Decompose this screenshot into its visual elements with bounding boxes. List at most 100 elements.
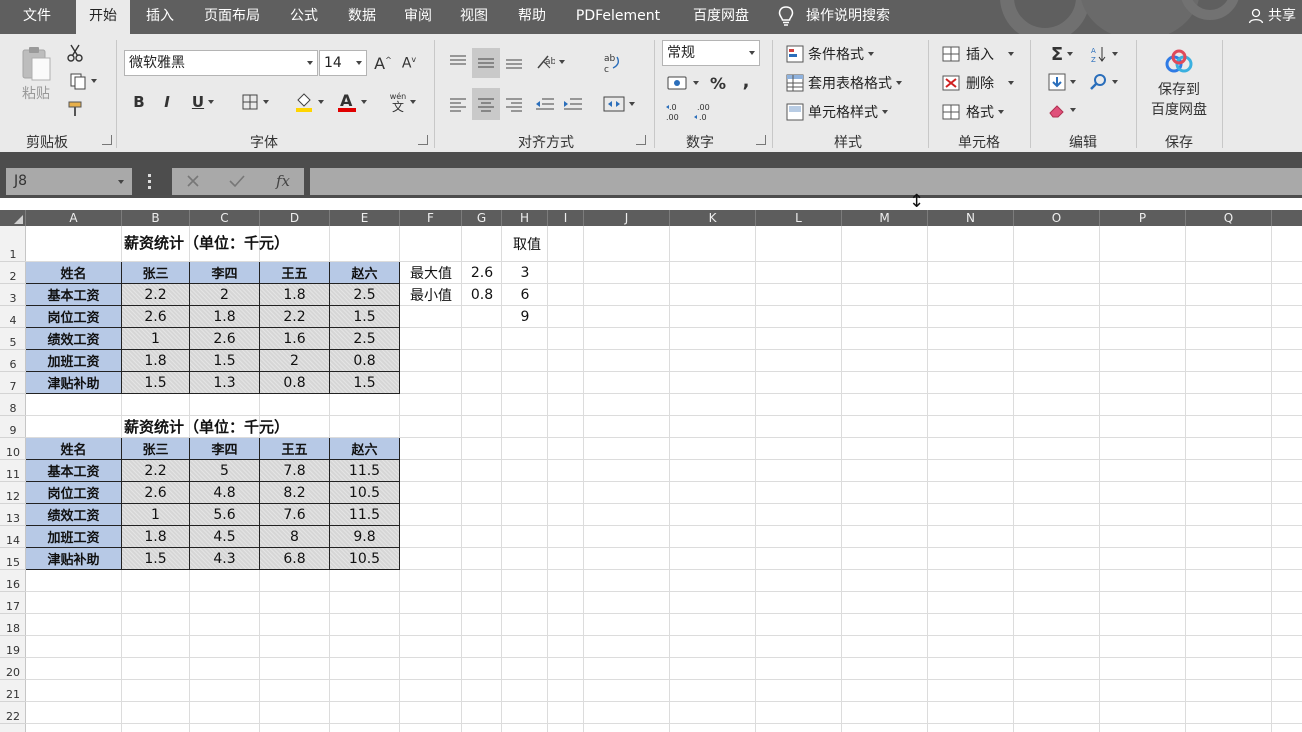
take-value-3[interactable]: 9 (502, 306, 548, 328)
table-header-cell[interactable]: 姓名 (26, 262, 122, 284)
column-header[interactable]: M (842, 210, 928, 226)
table-cell[interactable]: 9.8 (330, 526, 400, 548)
table-row-label[interactable]: 基本工资 (26, 284, 122, 306)
table-cell[interactable]: 1.8 (260, 284, 330, 306)
table-row-label[interactable]: 岗位工资 (26, 306, 122, 328)
decrease-indent-button[interactable] (532, 90, 558, 118)
column-header[interactable]: H (502, 210, 548, 226)
column-header[interactable]: E (330, 210, 400, 226)
table-cell[interactable]: 1.5 (122, 372, 190, 394)
column-header[interactable]: O (1014, 210, 1100, 226)
table-cell[interactable]: 1 (122, 328, 190, 350)
insert-cells-button[interactable]: 插入 (942, 44, 1014, 64)
table-header-cell[interactable]: 李四 (190, 438, 260, 460)
row-header[interactable]: 5 (0, 328, 26, 350)
table-cell[interactable]: 11.5 (330, 504, 400, 526)
row-header[interactable]: 15 (0, 548, 26, 570)
min-label[interactable]: 最小值 (400, 284, 462, 306)
table-cell[interactable]: 1.6 (260, 328, 330, 350)
column-header[interactable]: P (1100, 210, 1186, 226)
row-header[interactable]: 6 (0, 350, 26, 372)
row-header[interactable]: 13 (0, 504, 26, 526)
table-cell[interactable]: 1.3 (190, 372, 260, 394)
column-header[interactable]: B (122, 210, 190, 226)
tab-baidu-netdisk[interactable]: 百度网盘 (680, 0, 762, 34)
table-cell[interactable]: 2.5 (330, 284, 400, 306)
row-header[interactable]: 2 (0, 262, 26, 284)
table-header-cell[interactable]: 张三 (122, 438, 190, 460)
row-header[interactable]: 8 (0, 394, 26, 416)
increase-font-button[interactable]: A^ (372, 52, 394, 74)
merge-center-button[interactable] (598, 90, 640, 118)
tab-home[interactable]: 开始 (76, 0, 130, 36)
table-cell[interactable]: 2 (190, 284, 260, 306)
sort-filter-button[interactable]: AZ (1086, 42, 1122, 66)
align-center-button[interactable] (472, 88, 500, 120)
column-header[interactable]: F (400, 210, 462, 226)
row-header[interactable]: 21 (0, 680, 26, 702)
table-cell[interactable]: 8.2 (260, 482, 330, 504)
table-cell[interactable]: 1 (122, 504, 190, 526)
bold-button[interactable]: B (128, 90, 150, 114)
fill-button[interactable] (1042, 70, 1082, 94)
table-row-label[interactable]: 津贴补助 (26, 548, 122, 570)
align-right-button[interactable] (502, 90, 526, 118)
table-header-cell[interactable]: 王五 (260, 438, 330, 460)
fill-color-button[interactable] (288, 90, 330, 114)
save-to-baidu-button[interactable]: 保存到 百度网盘 (1144, 42, 1214, 126)
paste-button[interactable]: 粘贴 (14, 42, 58, 106)
table-cell[interactable]: 4.5 (190, 526, 260, 548)
conditional-formatting-button[interactable]: 条件格式 (786, 44, 874, 64)
tab-page-layout[interactable]: 页面布局 (194, 0, 270, 34)
table-cell[interactable]: 0.8 (260, 372, 330, 394)
table-cell[interactable]: 1.5 (330, 306, 400, 328)
table-cell[interactable]: 8 (260, 526, 330, 548)
tab-insert[interactable]: 插入 (136, 0, 184, 34)
table-cell[interactable]: 5.6 (190, 504, 260, 526)
table-row-label[interactable]: 岗位工资 (26, 482, 122, 504)
table-header-cell[interactable]: 张三 (122, 262, 190, 284)
take-value-header[interactable]: 取值 (504, 226, 550, 262)
orientation-button[interactable]: ab (530, 48, 570, 76)
table-cell[interactable]: 1.8 (190, 306, 260, 328)
column-header[interactable]: G (462, 210, 502, 226)
table-cell[interactable]: 2 (260, 350, 330, 372)
format-as-table-button[interactable]: 套用表格格式 (786, 73, 902, 93)
delete-cells-button[interactable]: 删除 (942, 73, 1014, 93)
accounting-format-button[interactable] (662, 70, 704, 96)
column-header[interactable]: D (260, 210, 330, 226)
table-cell[interactable]: 2.2 (122, 460, 190, 482)
table-row-label[interactable]: 绩效工资 (26, 504, 122, 526)
find-select-button[interactable] (1086, 70, 1122, 94)
align-bottom-button[interactable] (502, 48, 526, 76)
min-value[interactable]: 0.8 (462, 284, 502, 306)
table-cell[interactable]: 1.5 (190, 350, 260, 372)
row-header[interactable]: 20 (0, 658, 26, 680)
align-top-button[interactable] (446, 48, 470, 76)
table-cell[interactable]: 2.6 (190, 328, 260, 350)
align-left-button[interactable] (446, 90, 470, 118)
table-cell[interactable]: 1.8 (122, 350, 190, 372)
table-cell[interactable]: 1.8 (122, 526, 190, 548)
table-cell[interactable]: 2.2 (260, 306, 330, 328)
table-cell[interactable]: 0.8 (330, 350, 400, 372)
table-cell[interactable]: 4.8 (190, 482, 260, 504)
cancel-entry-button[interactable] (180, 170, 206, 192)
tell-me-search[interactable]: 操作说明搜索 (778, 0, 890, 34)
table-cell[interactable]: 1.5 (122, 548, 190, 570)
percent-button[interactable]: % (706, 70, 730, 96)
alignment-launcher[interactable] (636, 135, 646, 145)
table-header-cell[interactable]: 赵六 (330, 438, 400, 460)
row-header[interactable]: 4 (0, 306, 26, 328)
tab-file[interactable]: 文件 (8, 0, 66, 34)
table-cell[interactable]: 7.8 (260, 460, 330, 482)
decrease-decimal-button[interactable]: .00.0 (692, 98, 716, 126)
tab-data[interactable]: 数据 (338, 0, 386, 34)
decrease-font-button[interactable]: Av (398, 52, 420, 74)
align-middle-button[interactable] (472, 48, 500, 78)
take-value-1[interactable]: 3 (502, 262, 548, 284)
share-button[interactable]: 共享 (1248, 0, 1296, 34)
row-header[interactable]: 14 (0, 526, 26, 548)
table-header-cell[interactable]: 赵六 (330, 262, 400, 284)
max-value[interactable]: 2.6 (462, 262, 502, 284)
